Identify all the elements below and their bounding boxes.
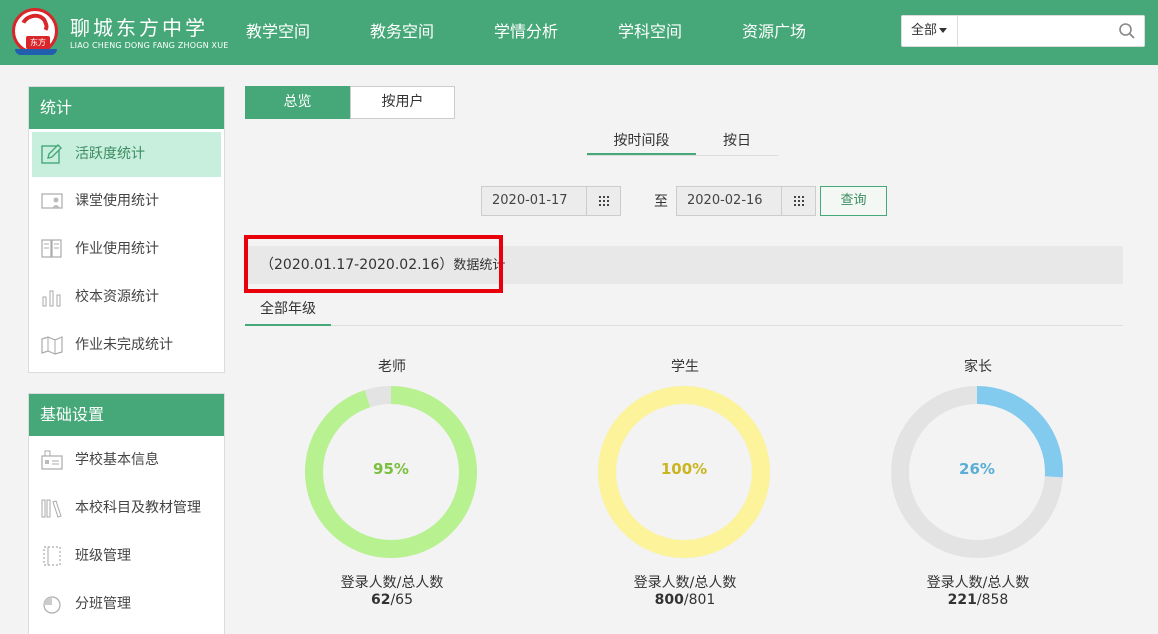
map-icon <box>41 336 63 355</box>
donut-ratio: 800/801 <box>654 592 716 608</box>
period-tabs: 按时间段 按日 <box>587 130 778 156</box>
school-info-icon <box>41 450 63 470</box>
school-logo: 东方 <box>12 8 60 56</box>
date-from-field[interactable]: 2020-01-17 <box>481 186 621 216</box>
calendar-icon[interactable] <box>781 187 815 215</box>
sidebar-item-classroom[interactable]: 课堂使用统计 <box>29 177 224 225</box>
donut-ratio: 62/65 <box>370 592 413 608</box>
donut-percent: 100% <box>660 460 708 478</box>
search-box: 全部 <box>901 15 1145 47</box>
chevron-down-icon <box>939 28 948 33</box>
date-to-field[interactable]: 2020-02-16 <box>676 186 816 216</box>
settings-panel: 基础设置 学校基本信息 本校科目及教材管理 班级管理 分班管理 <box>28 393 225 634</box>
calendar-icon[interactable] <box>586 187 620 215</box>
school-name-en: LIAO CHENG DONG FANG ZHOGN XUE <box>70 41 229 50</box>
bar-chart-icon <box>42 290 61 307</box>
sidebar-item-unfinished[interactable]: 作业未完成统计 <box>29 321 224 369</box>
donut-label: 学生 <box>671 359 699 375</box>
highlight-box <box>244 235 503 293</box>
sidebar-item-school-info[interactable]: 学校基本信息 <box>29 436 224 484</box>
tab-overview[interactable]: 总览 <box>245 86 350 119</box>
tab-by-period[interactable]: 按时间段 <box>587 130 696 155</box>
nav-item-subject[interactable]: 学科空间 <box>588 0 712 65</box>
donut-percent: 26% <box>959 460 995 478</box>
top-header: 东方 聊城东方中学 LIAO CHENG DONG FANG ZHOGN XUE… <box>0 0 1158 65</box>
stats-panel-title: 统计 <box>29 87 224 129</box>
tab-by-user[interactable]: 按用户 <box>350 86 455 119</box>
sidebar-item-resources[interactable]: 校本资源统计 <box>29 273 224 321</box>
tab-by-day[interactable]: 按日 <box>696 130 778 155</box>
nav-item-analysis[interactable]: 学情分析 <box>464 0 588 65</box>
settings-panel-title: 基础设置 <box>29 394 224 436</box>
donut-caption: 登录人数/总人数 <box>633 575 737 591</box>
nav-item-academic-affairs[interactable]: 教务空间 <box>340 0 464 65</box>
donut-student: 学生 100% 登录人数/总人数 800/801 <box>539 356 779 616</box>
stats-panel: 统计 活跃度统计 课堂使用统计 作业使用统计 校本资源统计 作业未完成统计 <box>28 86 225 373</box>
school-name: 聊城东方中学 <box>70 16 208 40</box>
nav-item-teaching[interactable]: 教学空间 <box>216 0 340 65</box>
search-input[interactable] <box>960 18 1110 44</box>
grade-tabs: 全部年级 <box>245 296 1123 326</box>
donut-teacher: 老师 95% 登录人数/总人数 62/65 <box>246 356 486 616</box>
query-button[interactable]: 查询 <box>820 186 887 216</box>
sidebar-item-homework[interactable]: 作业使用统计 <box>29 225 224 273</box>
donut-percent: 95% <box>373 460 409 478</box>
main-nav: 教学空间 教务空间 学情分析 学科空间 资源广场 <box>216 0 836 65</box>
pencil-icon <box>41 144 62 164</box>
search-scope-select[interactable]: 全部 <box>902 16 958 46</box>
view-tabs: 总览 按用户 <box>245 86 455 119</box>
nav-item-resources[interactable]: 资源广场 <box>712 0 836 65</box>
donut-caption: 登录人数/总人数 <box>340 575 444 591</box>
sidebar-item-grouping[interactable]: 分班管理 <box>29 580 224 628</box>
books-icon <box>41 499 62 518</box>
donut-caption: 登录人数/总人数 <box>926 575 1030 591</box>
sidebar-item-classes[interactable]: 班级管理 <box>29 532 224 580</box>
search-icon[interactable] <box>1118 22 1136 40</box>
class-icon <box>43 546 61 566</box>
donut-label: 家长 <box>964 359 992 375</box>
date-separator: 至 <box>654 194 668 210</box>
donut-parent: 家长 26% 登录人数/总人数 221/858 <box>832 356 1072 616</box>
homework-icon <box>41 239 62 258</box>
donut-label: 老师 <box>378 359 406 375</box>
sidebar-item-subjects[interactable]: 本校科目及教材管理 <box>29 484 224 532</box>
classroom-icon <box>41 193 63 209</box>
donut-ratio: 221/858 <box>947 592 1009 608</box>
pie-icon <box>43 596 61 614</box>
sidebar-item-activity[interactable]: 活跃度统计 <box>32 132 221 177</box>
tab-all-grades[interactable]: 全部年级 <box>245 296 331 326</box>
